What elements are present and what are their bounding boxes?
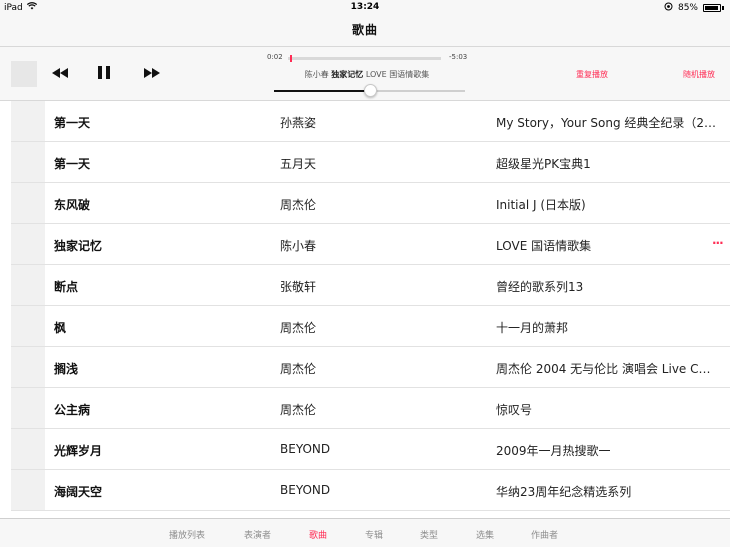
song-thumbnail [11,470,45,510]
volume-knob[interactable] [363,84,377,97]
song-row[interactable]: 海阔天空 BEYOND 华纳23周年纪念精选系列 [11,470,730,511]
pause-icon-bar-left [98,66,102,79]
song-row[interactable]: 东风破 周杰伦 Initial J (日本版) [11,183,730,224]
song-row[interactable]: 光辉岁月 BEYOND 2009年一月热搜歌一 [11,429,730,470]
song-artist: BEYOND [280,483,331,497]
tab-bar: 播放列表 表演者 歌曲 专辑 类型 选集 作曲者 [0,518,730,547]
song-album: My Story，Your Song 经典全纪录（2… [496,116,717,130]
now-playing-song: 独家记忆 [331,70,364,79]
battery-cap [722,6,724,10]
song-album: 周杰伦 2004 无与伦比 演唱会 Live C… [496,362,711,376]
album-art[interactable] [11,61,37,87]
song-thumbnail [11,224,45,264]
battery-icon [703,4,721,12]
song-album: 十一月的萧邦 [496,321,569,335]
now-playing-info: 陈小春 独家记忆 LOVE 国语情歌集 [250,69,484,80]
song-row[interactable]: 第一天 孙燕姿 My Story，Your Song 经典全纪录（2… [11,101,730,142]
now-playing-artist: 陈小春 [304,70,329,79]
song-artist: 五月天 [280,157,317,171]
battery-percent: 85% [677,3,698,13]
remaining-time: -5:03 [449,53,468,61]
song-thumbnail [11,306,45,346]
song-artist: 周杰伦 [280,403,317,417]
fast-forward-button[interactable] [144,65,160,81]
song-title: 东风破 [54,198,91,212]
page-title: 歌曲 [351,23,378,37]
song-thumbnail [11,347,45,387]
song-row[interactable]: 枫 周杰伦 十一月的萧邦 [11,306,730,347]
elapsed-time: 0:02 [267,53,283,61]
repeat-button[interactable]: 重复播放 [576,69,608,80]
song-album: 华纳23周年纪念精选系列 [496,485,632,499]
rewind-icon [52,63,68,82]
nav-header: 歌曲 [0,14,730,46]
clock: 13:24 [350,2,380,12]
song-thumbnail [11,388,45,428]
pause-button[interactable] [98,66,110,79]
shuffle-button[interactable]: 随机播放 [683,69,715,80]
song-title: 公主病 [54,403,91,417]
tab-5[interactable]: 选集 [476,528,494,541]
fast-forward-icon [144,63,160,82]
song-list: 第一天 孙燕姿 My Story，Your Song 经典全纪录（2… 第一天 五月天超… [0,101,730,518]
pause-icon-bar-right [106,66,110,79]
volume-slider[interactable] [274,84,465,97]
song-album: 曾经的歌系列13 [496,280,584,294]
song-title: 独家记忆 [54,239,103,253]
song-thumbnail [11,142,45,182]
tab-1[interactable]: 表演者 [244,528,271,541]
volume-fill [274,90,370,92]
song-title: 第一天 [54,116,91,130]
song-thumbnail [11,183,45,223]
song-row[interactable]: 断点 张敬轩 曾经的歌系列13 [11,265,730,306]
more-options-icon[interactable]: ... [712,233,724,247]
song-artist: 张敬轩 [280,280,317,294]
song-artist: 周杰伦 [280,198,317,212]
tab-2[interactable]: 歌曲 [309,528,327,541]
rewind-button[interactable] [52,65,68,81]
song-title: 断点 [54,280,79,294]
song-thumbnail [11,101,45,141]
song-album: 惊叹号 [496,403,533,417]
song-title: 搁浅 [54,362,79,376]
song-title: 光辉岁月 [54,444,103,458]
tab-4[interactable]: 类型 [420,528,438,541]
now-playing-bar: 0:02 -5:03 陈小春 独家记忆 LOVE 国语情歌集 重复播放 随机播放 [0,46,730,101]
song-artist: BEYOND [280,442,331,456]
song-album: LOVE 国语情歌集 [496,239,592,253]
song-title: 枫 [54,321,67,335]
song-artist: 周杰伦 [280,362,317,376]
song-row[interactable]: 公主病 周杰伦 惊叹号 [11,388,730,429]
song-title: 海阔天空 [54,485,103,499]
song-artist: 周杰伦 [280,321,317,335]
now-playing-album: LOVE 国语情歌集 [365,70,430,79]
tab-3[interactable]: 专辑 [365,528,383,541]
song-thumbnail [11,429,45,469]
song-artist: 孙燕姿 [280,116,317,130]
orientation-lock-icon [664,2,673,14]
song-artist: 陈小春 [280,239,317,253]
song-row[interactable]: 搁浅 周杰伦 周杰伦 2004 无与伦比 演唱会 Live C… [11,347,730,388]
progress-fill [289,55,292,62]
tab-0[interactable]: 播放列表 [169,528,205,541]
progress-scrubber[interactable] [288,55,441,62]
song-album: Initial J (日本版) [496,198,586,212]
song-row[interactable]: 第一天 五月天 超级星光PK宝典1 [11,142,730,183]
song-title: 第一天 [54,157,91,171]
song-album: 2009年一月热搜歌一 [496,444,611,458]
song-album: 超级星光PK宝典1 [496,157,591,171]
song-row[interactable]: 独家记忆 陈小春 LOVE 国语情歌集... [11,224,730,265]
status-bar: iPad 13:24 85% [0,0,730,14]
song-thumbnail [11,265,45,305]
tab-6[interactable]: 作曲者 [531,528,558,541]
